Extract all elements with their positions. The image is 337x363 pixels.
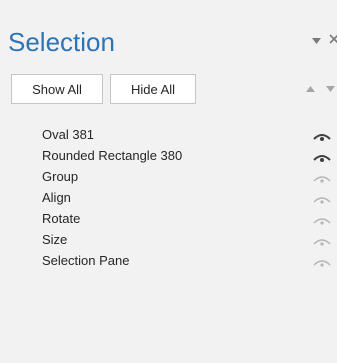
visibility-toggle[interactable] bbox=[312, 235, 332, 247]
visibility-toggle[interactable] bbox=[312, 172, 332, 184]
visibility-toggle[interactable] bbox=[312, 151, 332, 163]
visibility-toggle[interactable] bbox=[312, 130, 332, 142]
hide-all-button[interactable]: Hide All bbox=[110, 74, 196, 104]
list-item[interactable]: Rounded Rectangle 380 bbox=[0, 146, 337, 167]
list-item[interactable]: Oval 381 bbox=[0, 125, 337, 146]
list-item-label: Group bbox=[42, 169, 79, 184]
list-item[interactable]: Align bbox=[0, 188, 337, 209]
list-item-label: Selection Pane bbox=[42, 253, 130, 268]
visibility-toggle[interactable] bbox=[312, 214, 332, 226]
reorder-controls bbox=[304, 82, 337, 95]
list-item[interactable]: Rotate bbox=[0, 209, 337, 230]
pane-options-button[interactable] bbox=[312, 34, 321, 46]
visibility-toggle[interactable] bbox=[312, 256, 332, 268]
show-all-button[interactable]: Show All bbox=[11, 74, 103, 104]
eye-icon bbox=[313, 260, 331, 267]
eye-icon bbox=[313, 197, 331, 204]
list-item[interactable]: Group bbox=[0, 167, 337, 188]
list-item-label: Oval 381 bbox=[42, 127, 95, 142]
eye-icon bbox=[313, 134, 331, 141]
bring-forward-button[interactable] bbox=[304, 82, 317, 95]
triangle-up-icon bbox=[306, 85, 315, 92]
eye-icon bbox=[313, 239, 331, 246]
list-item-label: Size bbox=[42, 232, 68, 247]
pane-title: Selection bbox=[8, 27, 115, 57]
close-icon bbox=[329, 34, 337, 44]
list-item[interactable]: Size bbox=[0, 230, 337, 251]
pane-title-controls bbox=[312, 30, 337, 50]
list-item[interactable]: Selection Pane bbox=[0, 251, 337, 272]
eye-icon bbox=[313, 155, 331, 162]
selection-pane: Selection Show All Hide All Oval 381 Rou… bbox=[0, 0, 337, 363]
triangle-down-icon bbox=[326, 85, 335, 92]
visibility-toggle[interactable] bbox=[312, 193, 332, 205]
eye-icon bbox=[313, 176, 331, 183]
selection-list: Oval 381 Rounded Rectangle 380 Group Ali… bbox=[0, 125, 337, 272]
close-pane-button[interactable] bbox=[329, 32, 337, 48]
list-item-label: Rounded Rectangle 380 bbox=[42, 148, 183, 163]
list-item-label: Align bbox=[42, 190, 71, 205]
eye-icon bbox=[313, 218, 331, 225]
list-item-label: Rotate bbox=[42, 211, 81, 226]
send-backward-button[interactable] bbox=[324, 82, 337, 95]
chevron-down-icon bbox=[312, 38, 321, 44]
